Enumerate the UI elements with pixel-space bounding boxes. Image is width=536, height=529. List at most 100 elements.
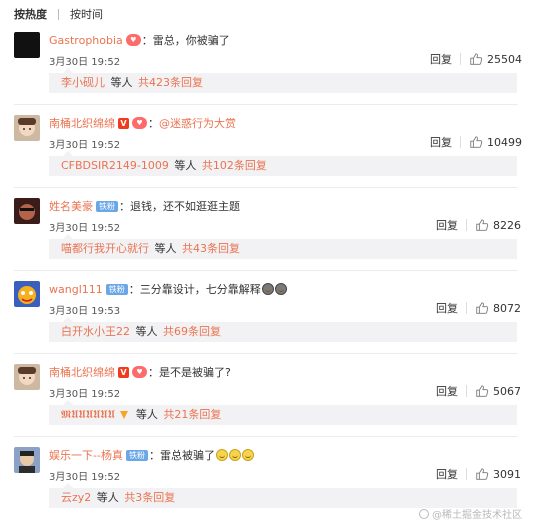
avatar[interactable]: [14, 115, 40, 141]
smile-emoji-icon: [228, 449, 241, 461]
thumbs-up-icon: [476, 219, 489, 231]
like-button[interactable]: 8072: [475, 301, 521, 315]
sort-by-time-tab[interactable]: 按时间: [70, 6, 103, 22]
reply-etc-label: 等人: [135, 325, 158, 338]
comment-divider: [14, 270, 518, 271]
action-divider: [466, 219, 467, 231]
replies-summary: 𝕸𝖀𝖀𝖀𝖀𝖀𝖀 等人 共21条回复: [49, 400, 517, 425]
comment-header: 南桶北织绵绵 V ♥ ： @迷惑行为大赏: [49, 115, 236, 131]
like-button[interactable]: 10499: [469, 135, 522, 149]
action-divider: [460, 53, 461, 65]
avatar[interactable]: [14, 198, 40, 224]
reply-button[interactable]: 回复: [436, 383, 458, 399]
reply-button[interactable]: 回复: [436, 217, 458, 233]
colon: ：: [148, 117, 159, 130]
like-count: 8072: [493, 301, 521, 315]
reply-etc-label: 等人: [154, 242, 177, 255]
comment-actions: 回复 5067: [436, 383, 521, 399]
comment-header: Gastrophobia ♥ ： 雷总，你被骗了: [49, 32, 230, 48]
reply-etc-label: 等人: [96, 491, 119, 504]
comment-text: 三分靠设计，七分靠解释: [139, 283, 261, 296]
username-link[interactable]: 姓名美豪: [49, 198, 93, 214]
sort-by-hot-tab[interactable]: 按热度: [14, 6, 47, 22]
mention-link[interactable]: @迷惑行为大赏: [159, 115, 236, 131]
reply-button[interactable]: 回复: [430, 51, 452, 67]
username-link[interactable]: 娱乐一下--杨真: [49, 447, 123, 463]
like-count: 10499: [487, 135, 522, 149]
avatar[interactable]: [14, 32, 40, 58]
comment-divider: [14, 353, 518, 354]
comment-date: 3月30日 19:52: [49, 389, 121, 400]
comment-header: 姓名美豪 铁粉 ： 退钱，还不如逛逛主题: [49, 198, 240, 214]
reply-user-link[interactable]: 白开水小王22: [61, 325, 130, 338]
reply-button[interactable]: 回复: [430, 134, 452, 150]
colon: ：: [128, 283, 140, 296]
watermark-text: @稀土掘金技术社区: [432, 510, 522, 521]
tieba-fan-badge: 铁粉: [125, 449, 148, 461]
reply-total-link[interactable]: 共69条回复: [163, 325, 221, 338]
avatar[interactable]: [14, 364, 40, 390]
replies-summary: CFBDSIR2149-1009 等人 共102条回复: [49, 151, 517, 176]
replies-summary: 云zy2 等人 共3条回复: [49, 483, 517, 508]
sort-divider: [58, 8, 59, 20]
like-count: 5067: [493, 384, 521, 398]
action-divider: [466, 385, 467, 397]
username-link[interactable]: Gastrophobia: [49, 34, 123, 47]
vip-badge-icon: V: [118, 117, 129, 129]
replies-summary: 喵都行我开心就行 等人 共43条回复: [49, 234, 517, 259]
reply-total-link[interactable]: 共43条回复: [182, 242, 240, 255]
avatar[interactable]: [14, 447, 40, 473]
comment-actions: 回复 10499: [430, 134, 522, 150]
reply-user-link[interactable]: CFBDSIR2149-1009: [61, 159, 169, 172]
comment-text: 退钱，还不如逛逛主题: [130, 200, 240, 213]
avatar[interactable]: [14, 281, 40, 307]
like-button[interactable]: 5067: [475, 384, 521, 398]
reply-total-link[interactable]: 共3条回复: [124, 491, 175, 504]
comment-date: 3月30日 19:52: [49, 223, 121, 234]
fans-badge-icon: ♥: [132, 366, 147, 378]
crying-emoji-icon: [261, 283, 274, 295]
thumbs-up-icon: [476, 468, 489, 480]
comment-actions: 回复 25504: [430, 51, 522, 67]
comment-text: 雷总被骗了: [159, 449, 215, 462]
like-button[interactable]: 25504: [469, 52, 522, 66]
comment-divider: [14, 104, 518, 105]
vip-badge-icon: V: [118, 366, 129, 378]
username-link[interactable]: 南桶北织绵绵: [49, 364, 115, 380]
comment-header: wangl111 铁粉 ： 三分靠设计，七分靠解释: [49, 281, 287, 297]
reply-button[interactable]: 回复: [436, 466, 458, 482]
reply-total-link[interactable]: 共102条回复: [202, 159, 267, 172]
comment-date: 3月30日 19:52: [49, 472, 121, 483]
like-button[interactable]: 8226: [475, 218, 521, 232]
like-count: 8226: [493, 218, 521, 232]
reply-total-link[interactable]: 共423条回复: [138, 76, 203, 89]
comment-header: 南桶北织绵绵 V ♥ ： 是不是被骗了?: [49, 364, 231, 380]
username-link[interactable]: wangl111: [49, 283, 103, 296]
reply-user-link[interactable]: 李小砚儿: [61, 76, 105, 89]
thumbs-up-icon: [476, 385, 489, 397]
comment-date: 3月30日 19:53: [49, 306, 121, 317]
thumbs-up-icon: [476, 302, 489, 314]
comment-divider: [14, 436, 518, 437]
comment-header: 娱乐一下--杨真 铁粉 ： 雷总被骗了: [49, 447, 254, 463]
comment-actions: 回复 3091: [436, 466, 521, 482]
reply-total-link[interactable]: 共21条回复: [163, 408, 221, 421]
reply-button[interactable]: 回复: [436, 300, 458, 316]
like-count: 25504: [487, 52, 522, 66]
action-divider: [466, 302, 467, 314]
colon: ：: [148, 449, 160, 462]
username-link[interactable]: 南桶北织绵绵: [49, 115, 115, 131]
comment-divider: [14, 187, 518, 188]
replies-summary: 白开水小王22 等人 共69条回复: [49, 317, 517, 342]
crying-emoji-icon: [274, 283, 287, 295]
reply-user-link[interactable]: 喵都行我开心就行: [61, 242, 149, 255]
fans-badge-icon: ♥: [132, 117, 147, 129]
smile-emoji-icon: [215, 449, 228, 461]
comment-date: 3月30日 19:52: [49, 57, 121, 68]
reply-user-link[interactable]: 云zy2: [61, 491, 91, 504]
reply-etc-label: 等人: [135, 408, 158, 421]
action-divider: [460, 136, 461, 148]
like-button[interactable]: 3091: [475, 467, 521, 481]
reply-user-link[interactable]: 𝕸𝖀𝖀𝖀𝖀𝖀𝖀: [61, 408, 115, 421]
comment-actions: 回复 8072: [436, 300, 521, 316]
